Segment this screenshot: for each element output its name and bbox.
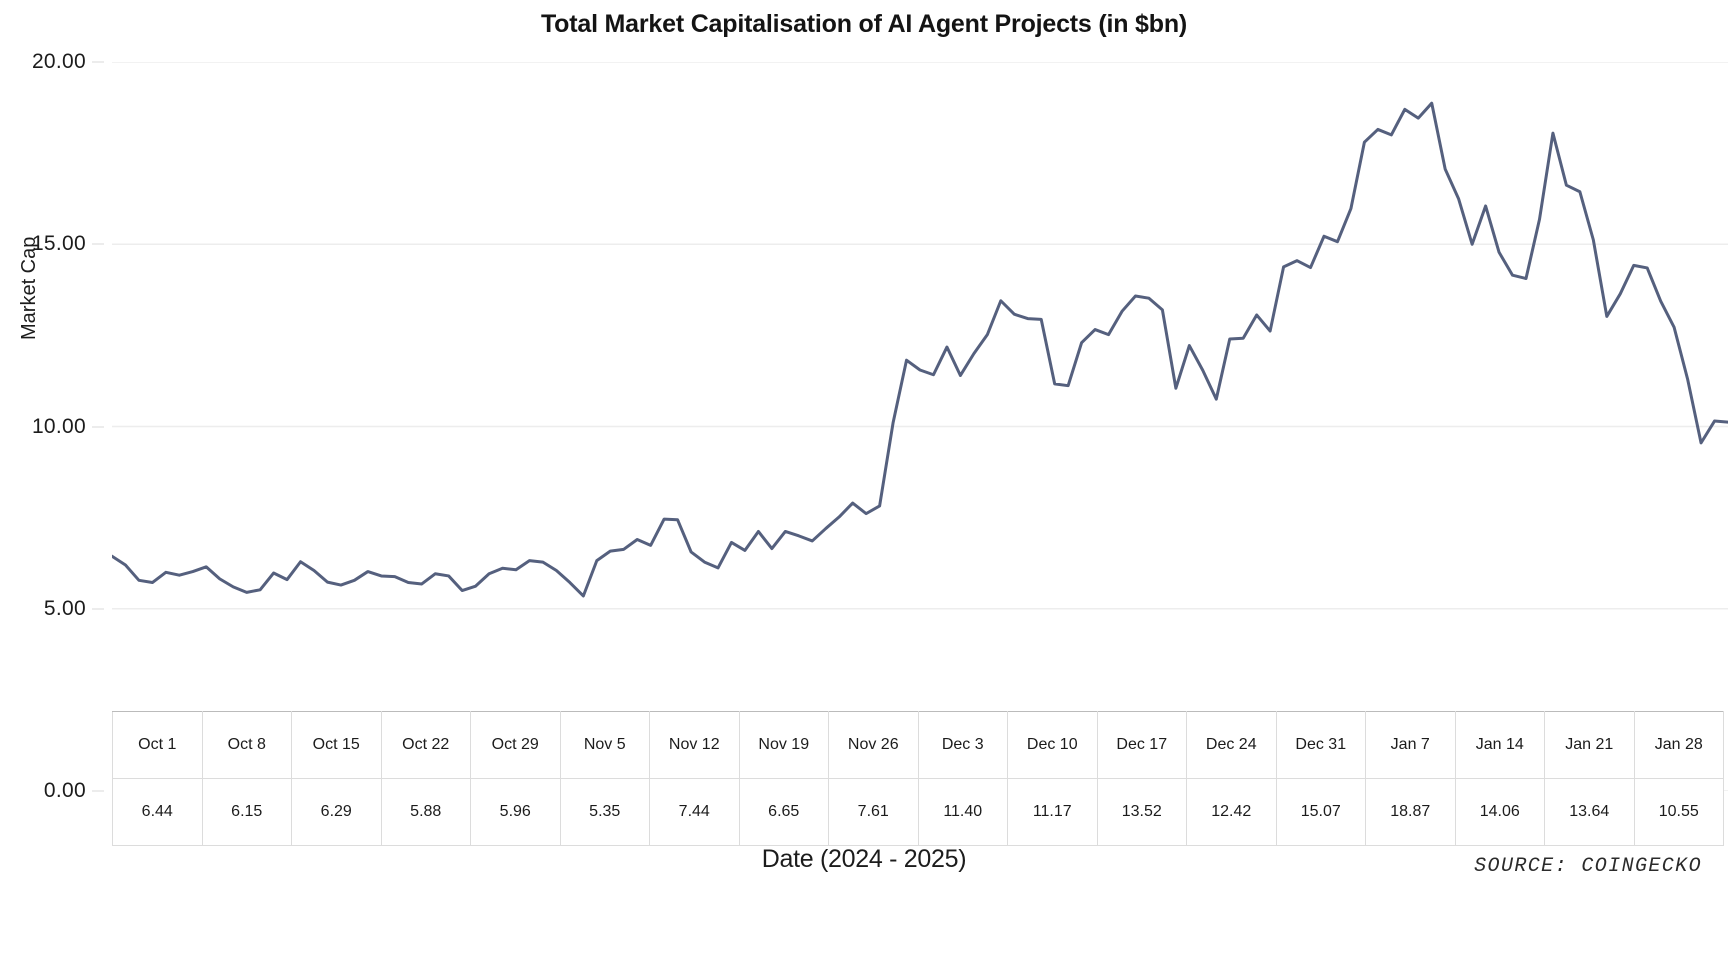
table-value-cell: 15.07 [1275, 778, 1366, 846]
table-date-cell: Dec 24 [1186, 711, 1277, 779]
y-axis: 0.00 5.00 10.00 15.00 20.00 [0, 50, 104, 802]
table-date-cell: Oct 15 [291, 711, 382, 779]
table-value-cell: 7.61 [828, 778, 919, 846]
table-value-cell: 11.17 [1007, 778, 1098, 846]
table-date-cell: Oct 22 [380, 711, 471, 779]
y-tick-mark [92, 426, 104, 427]
table-date-cell: Jan 21 [1544, 711, 1635, 779]
y-tick-mark [92, 608, 104, 610]
chart-title: Total Market Capitalisation of AI Agent … [540, 10, 1188, 38]
table-value-cell: 13.52 [1096, 778, 1187, 846]
data-table: Oct 1 Oct 8 Oct 15 Oct 22 Oct 29 Nov 5 Nov 12 N… [112, 711, 1724, 846]
table-value-cell: 6.29 [291, 778, 382, 846]
line-chart-svg [112, 62, 1728, 791]
table-value-cell: 6.44 [112, 778, 203, 846]
y-tick-label: 0.00 [43, 779, 86, 802]
table-value-cell: 14.06 [1454, 778, 1545, 846]
table-date-cell: Dec 3 [917, 711, 1008, 779]
table-date-cell: Jan 28 [1633, 711, 1724, 779]
data-table-container: Oct 1 Oct 8 Oct 15 Oct 22 Oct 29 Nov 5 Nov 12 N… [112, 711, 1724, 846]
y-tick-label: 5.00 [43, 596, 86, 620]
table-value-cell: 5.35 [559, 778, 650, 846]
table-value-cell: 5.88 [380, 778, 471, 846]
table-header-row: Oct 1 Oct 8 Oct 15 Oct 22 Oct 29 Nov 5 Nov 12 N… [112, 711, 1724, 779]
y-tick-mark [92, 61, 104, 63]
y-tick-label: 10.00 [31, 414, 86, 438]
table-date-cell: Oct 29 [470, 711, 561, 779]
table-date-cell: Dec 17 [1096, 711, 1187, 779]
table-date-cell: Nov 12 [649, 711, 740, 779]
table-value-cell: 6.65 [738, 778, 829, 846]
table-value-row: 6.44 6.15 6.29 5.88 5.96 5.35 7.44 6.65 7.61 11.4… [112, 778, 1724, 846]
table-date-cell: Nov 26 [828, 711, 919, 779]
table-value-cell: 18.87 [1365, 778, 1456, 846]
y-tick-mark [92, 243, 104, 245]
table-value-cell: 10.55 [1633, 778, 1724, 846]
table-date-cell: Dec 31 [1275, 711, 1366, 779]
table-date-cell: Dec 10 [1007, 711, 1098, 779]
plot-area [112, 62, 1728, 791]
table-date-cell: Oct 8 [201, 711, 292, 779]
x-axis-title: Date (2024 - 2025) [761, 845, 967, 873]
y-tick-mark [92, 790, 104, 792]
market-cap-line [112, 101, 1728, 598]
table-date-cell: Jan 14 [1454, 711, 1545, 779]
table-value-cell: 11.40 [917, 778, 1008, 846]
y-tick-label: 20.00 [31, 50, 86, 73]
table-value-cell: 5.96 [470, 778, 561, 846]
y-axis-title: Market Cap [18, 236, 40, 340]
table-value-cell: 12.42 [1186, 778, 1277, 846]
table-value-cell: 6.15 [201, 778, 292, 846]
chart-page: Total Market Capitalisation of AI Agent … [0, 0, 1728, 972]
table-value-cell: 13.64 [1544, 778, 1635, 846]
table-date-cell: Jan 7 [1365, 711, 1456, 779]
source-note: SOURCE: COINGECKO [1474, 855, 1702, 878]
gridlines [112, 62, 1728, 791]
table-date-cell: Nov 5 [559, 711, 650, 779]
table-date-cell: Oct 1 [112, 711, 203, 779]
table-date-cell: Nov 19 [738, 711, 829, 779]
table-value-cell: 7.44 [649, 778, 740, 846]
